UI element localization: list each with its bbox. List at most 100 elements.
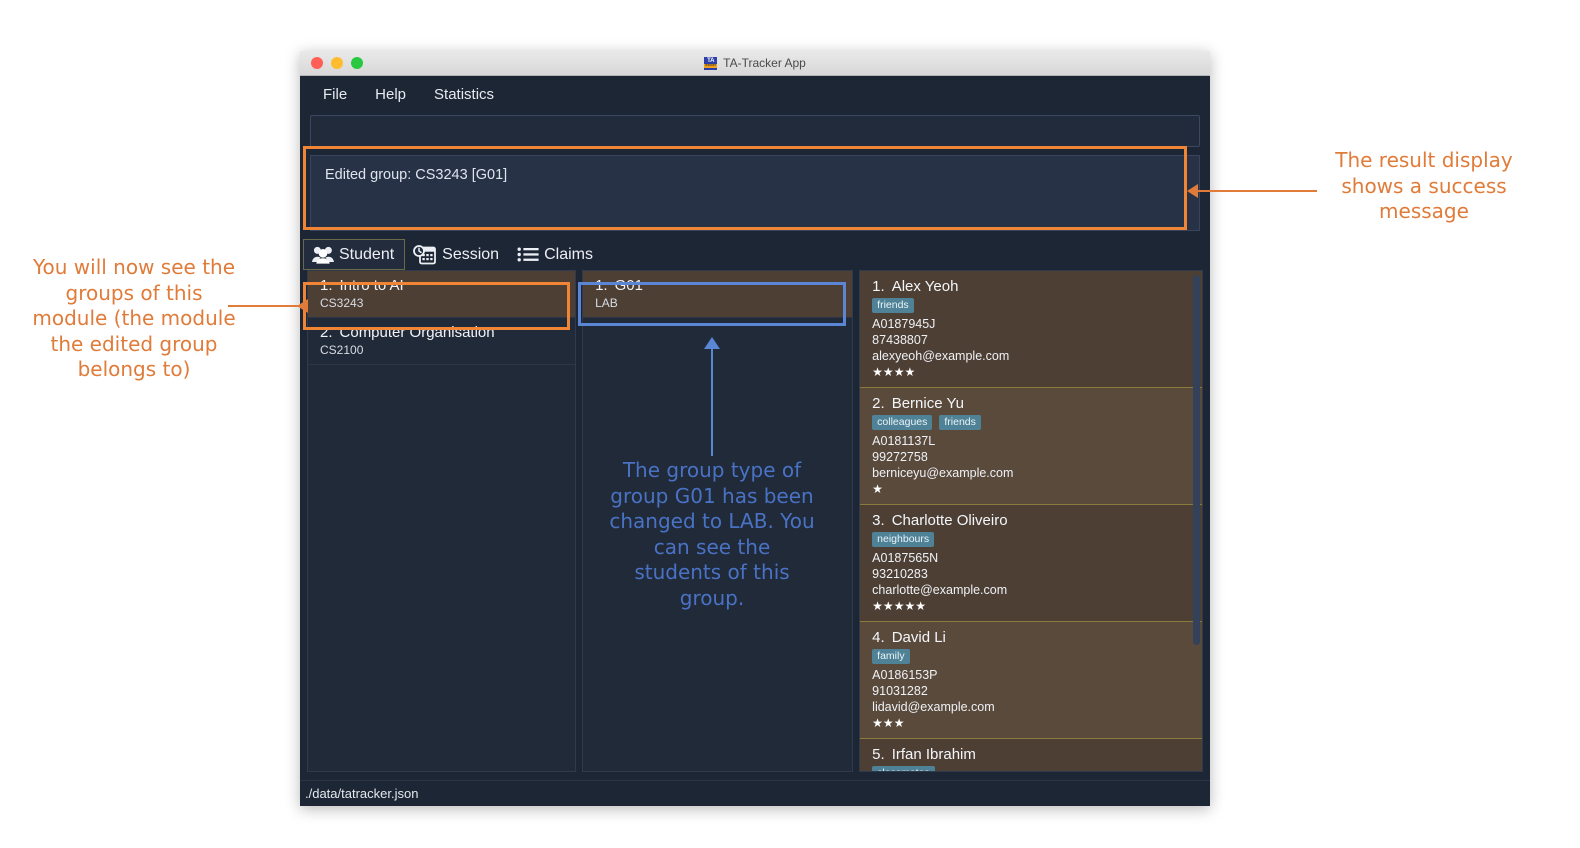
student-tags: family — [872, 649, 1192, 664]
student-name-row: 3. Charlotte Oliveiro — [872, 512, 1192, 529]
student-name-row: 2. Bernice Yu — [872, 395, 1192, 412]
student-index: 5. — [872, 746, 885, 763]
menu-item-statistics[interactable]: Statistics — [425, 83, 503, 106]
student-name: David Li — [891, 629, 946, 646]
app-icon: TA tracker — [704, 56, 718, 70]
student-email: lidavid@example.com — [872, 700, 995, 714]
module-index: 1. — [320, 277, 333, 294]
module-name: Computer Organisation — [339, 324, 495, 341]
student-tags: friends — [872, 298, 1192, 313]
student-name-row: 5. Irfan Ibrahim — [872, 746, 1192, 763]
people-group-icon — [312, 245, 334, 264]
module-list-panel: 1. Intro to AI CS3243 2. Computer Organisa… — [307, 270, 577, 772]
command-input[interactable] — [310, 115, 1200, 147]
module-list-item-selected[interactable]: 1. Intro to AI CS3243 — [308, 271, 576, 318]
student-name-row: 1. Alex Yeoh — [872, 278, 1192, 295]
callout-line-result — [1189, 190, 1317, 192]
tag-chip: friends — [872, 298, 914, 313]
student-index: 2. — [872, 395, 885, 412]
module-title-row: 1. Intro to AI — [320, 277, 565, 294]
student-rating: ★★★★ — [872, 365, 916, 379]
student-card[interactable]: 1. Alex Yeoh friends A0187945J 87438807 a… — [860, 271, 1202, 388]
status-bar: ./data/tatracker.json — [300, 780, 1210, 806]
app-window: TA tracker TA-Tracker App File Help Stat… — [300, 51, 1210, 806]
status-bar-file-path: ./data/tatracker.json — [305, 786, 419, 801]
group-list-item-selected[interactable]: 1. G01 LAB — [583, 271, 853, 318]
screenshot-root: TA tracker TA-Tracker App File Help Stat… — [0, 0, 1580, 848]
student-card[interactable]: 4. David Li family A0186153P 91031282 lid… — [860, 622, 1202, 739]
tab-session-label: Session — [442, 245, 500, 263]
list-bullets-icon — [517, 246, 539, 263]
annotation-result-display: The result display shows a success messa… — [1335, 148, 1513, 224]
student-tags: classmates — [872, 766, 1192, 771]
tag-chip: classmates — [872, 766, 935, 771]
callout-line-group — [711, 348, 713, 456]
group-index: 1. — [595, 277, 608, 294]
window-title-group: TA tracker TA-Tracker App — [300, 51, 1210, 75]
result-display-wrapper: Edited group: CS3243 [G01] — [300, 155, 1210, 239]
command-input-wrapper — [300, 112, 1210, 155]
module-index: 2. — [320, 324, 333, 341]
student-name: Irfan Ibrahim — [891, 746, 976, 763]
tag-chip: neighbours — [872, 532, 935, 547]
tag-chip: family — [872, 649, 910, 664]
student-list-scrollbar[interactable] — [1193, 275, 1200, 645]
tab-bar: Student Session Claims — [300, 239, 1210, 270]
module-list-item[interactable]: 2. Computer Organisation CS2100 — [308, 318, 576, 365]
student-card[interactable]: 2. Bernice Yu colleagues friends A0181137… — [860, 388, 1202, 505]
calendar-clock-icon — [413, 244, 437, 265]
window-title: TA-Tracker App — [723, 56, 806, 70]
menu-item-file[interactable]: File — [314, 83, 356, 106]
tab-claims[interactable]: Claims — [509, 239, 603, 270]
group-type: LAB — [595, 296, 618, 310]
student-matric: A0186153P — [872, 668, 938, 682]
student-tags: neighbours — [872, 532, 1192, 547]
callout-arrow-module — [297, 299, 308, 313]
student-name: Charlotte Oliveiro — [891, 512, 1008, 529]
group-title-row: 1. G01 — [595, 277, 842, 294]
student-phone: 91031282 — [872, 684, 928, 698]
tab-student-label: Student — [339, 245, 395, 263]
result-display: Edited group: CS3243 [G01] — [310, 155, 1200, 231]
result-message: Edited group: CS3243 [G01] — [325, 167, 508, 183]
annotation-group-type: The group type of group G01 has been cha… — [609, 458, 815, 610]
student-card[interactable]: 5.Irfan Ibrahim classmates A0180474R 924… — [860, 739, 1202, 771]
student-name: Bernice Yu — [891, 395, 964, 412]
app-icon-bottom-text: tracker — [704, 63, 718, 68]
student-rating: ★ — [872, 482, 883, 496]
tab-session[interactable]: Session — [405, 239, 509, 270]
student-index: 4. — [872, 629, 885, 646]
tab-claims-label: Claims — [544, 245, 593, 263]
student-name-row: 4. David Li — [872, 629, 1192, 646]
menu-bar: File Help Statistics — [300, 76, 1210, 112]
student-phone: 87438807 — [872, 333, 928, 347]
student-email: berniceyu@example.com — [872, 466, 1014, 480]
student-rating: ★★★ — [872, 716, 905, 730]
student-matric: A0181137L — [872, 434, 936, 448]
student-card[interactable]: 3. Charlotte Oliveiro neighbours A0187565… — [860, 505, 1202, 622]
student-email: alexyeoh@example.com — [872, 349, 1010, 363]
student-phone: 93210283 — [872, 567, 928, 581]
student-matric: A0187945J — [872, 317, 936, 331]
student-name: Alex Yeoh — [891, 278, 959, 295]
student-rating: ★★★★★ — [872, 599, 926, 613]
student-list-panel: 1. Alex Yeoh friends A0187945J 87438807 a… — [859, 270, 1203, 772]
callout-arrow-result — [1187, 184, 1198, 198]
module-name: Intro to AI — [339, 277, 404, 294]
tab-student[interactable]: Student — [303, 239, 406, 270]
module-code: CS2100 — [320, 343, 364, 357]
window-titlebar: TA tracker TA-Tracker App — [300, 51, 1210, 76]
annotation-module-list: You will now see the groups of this modu… — [32, 255, 236, 382]
tag-chip: friends — [939, 415, 981, 430]
student-matric: A0187565N — [872, 551, 939, 565]
student-tags: colleagues friends — [872, 415, 1192, 430]
group-name: G01 — [614, 277, 643, 294]
student-index: 3. — [872, 512, 885, 529]
student-phone: 99272758 — [872, 450, 928, 464]
module-code: CS3243 — [320, 296, 364, 310]
tag-chip: colleagues — [872, 415, 933, 430]
menu-item-help[interactable]: Help — [366, 83, 415, 106]
callout-arrow-group — [704, 337, 720, 349]
student-index: 1. — [872, 278, 885, 295]
module-title-row: 2. Computer Organisation — [320, 324, 565, 341]
